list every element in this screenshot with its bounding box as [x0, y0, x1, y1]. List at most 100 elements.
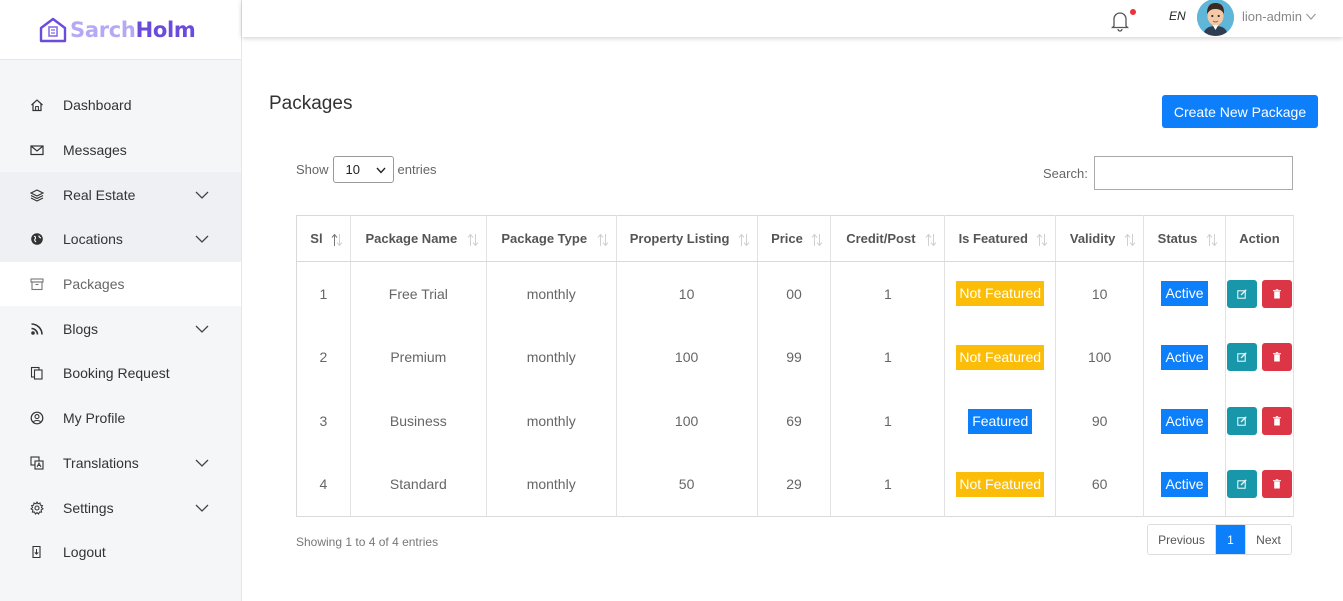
sidebar: SarchHolm Dashboard Messages Real Estate… — [0, 0, 242, 601]
cell-is-featured: Not Featured — [944, 325, 1057, 390]
cell-package-name: Business — [350, 389, 487, 453]
rss-icon — [30, 322, 44, 336]
create-package-button[interactable]: Create New Package — [1162, 95, 1318, 128]
cell-package-name: Premium — [350, 325, 487, 390]
column-header-package-type[interactable]: Package Type — [486, 215, 617, 262]
sidebar-item-translations[interactable]: Translations — [0, 441, 241, 486]
sort-asc-icon — [331, 233, 343, 247]
edit-button[interactable] — [1226, 470, 1257, 499]
column-header-label: Credit/Post — [846, 231, 916, 246]
cell-sl: 4 — [296, 452, 351, 517]
cell-action — [1225, 389, 1295, 453]
cell-sl: 1 — [296, 261, 351, 326]
chevron-down-icon — [376, 167, 386, 174]
sidebar-item-label: Packages — [63, 276, 125, 293]
cell-status: Active — [1143, 325, 1226, 390]
delete-button[interactable] — [1261, 279, 1292, 308]
column-header-package-name[interactable]: Package Name — [350, 215, 487, 262]
edit-button[interactable] — [1226, 279, 1257, 308]
username[interactable]: lion-admin — [1242, 9, 1302, 24]
cell-credit-post: 1 — [830, 261, 946, 326]
status-badge: Active — [1161, 281, 1208, 307]
sort-icon — [1206, 233, 1218, 247]
cell-action — [1225, 452, 1295, 517]
sidebar-item-real-estate[interactable]: Real Estate — [0, 172, 241, 218]
column-header-label: Status — [1157, 231, 1198, 246]
sidebar-item-logout[interactable]: Logout — [0, 530, 241, 575]
cell-price: 00 — [757, 261, 832, 326]
sort-icon — [925, 233, 937, 247]
logout-icon — [30, 545, 44, 559]
status-badge: Active — [1161, 471, 1208, 497]
chevron-down-icon — [195, 235, 209, 244]
edit-icon — [1237, 416, 1247, 426]
sidebar-item-blogs[interactable]: Blogs — [0, 306, 241, 351]
edit-icon — [1237, 479, 1247, 490]
featured-badge: Not Featured — [956, 281, 1045, 307]
caret-down-icon[interactable] — [1306, 13, 1316, 20]
avatar[interactable] — [1197, 0, 1234, 36]
column-header-sl[interactable]: Sl — [296, 215, 351, 262]
table-info: Showing 1 to 4 of 4 entries — [296, 535, 439, 549]
featured-badge: Not Featured — [956, 344, 1045, 370]
cell-price: 69 — [757, 389, 832, 453]
brand-logo[interactable]: SarchHolm — [0, 0, 241, 60]
cell-sl: 2 — [296, 325, 351, 390]
sidebar-item-messages[interactable]: Messages — [0, 128, 241, 173]
cell-package-type: monthly — [486, 261, 617, 326]
column-header-is-featured[interactable]: Is Featured — [944, 215, 1057, 262]
column-header-property-listing[interactable]: Property Listing — [616, 215, 758, 262]
language-selector[interactable]: EN — [1169, 9, 1186, 23]
column-header-label: Package Name — [365, 231, 458, 246]
cell-package-name: Standard — [350, 452, 487, 517]
column-header-label: Package Type — [501, 231, 588, 246]
column-header-label: Property Listing — [629, 231, 730, 246]
sidebar-item-packages[interactable]: Packages — [0, 261, 241, 307]
sidebar-item-label: Logout — [63, 544, 106, 561]
sidebar-item-locations[interactable]: Locations — [0, 217, 241, 262]
sidebar-item-booking-request[interactable]: Booking Request — [0, 351, 241, 396]
page-length-select[interactable]: 10 — [332, 156, 394, 183]
table-search: Search: — [1043, 156, 1293, 190]
cell-credit-post: 1 — [830, 389, 946, 453]
globe-icon — [30, 232, 44, 246]
chevron-down-icon — [195, 325, 209, 333]
edit-button[interactable] — [1226, 407, 1257, 436]
cell-property-listing: 100 — [616, 325, 758, 390]
delete-button[interactable] — [1261, 407, 1292, 436]
delete-button[interactable] — [1261, 343, 1292, 372]
previous-page-button[interactable]: Previous — [1148, 525, 1216, 554]
home-icon — [30, 98, 44, 112]
next-page-button[interactable]: Next — [1245, 525, 1291, 554]
brand-name: SarchHolm — [70, 17, 196, 42]
page-button-current[interactable]: 1 — [1216, 525, 1245, 554]
cell-is-featured: Featured — [944, 389, 1057, 453]
column-header-validity[interactable]: Validity — [1055, 215, 1145, 262]
table-row: 4 Standard monthly 50 29 1 Not Featured … — [296, 452, 1295, 517]
archive-icon — [30, 277, 44, 291]
sidebar-item-label: Messages — [63, 142, 127, 159]
chevron-down-icon — [195, 459, 209, 467]
search-input[interactable] — [1093, 156, 1293, 190]
copy-icon — [30, 366, 44, 381]
cell-validity: 10 — [1055, 261, 1145, 326]
layers-icon — [30, 188, 44, 202]
edit-button[interactable] — [1226, 343, 1257, 372]
sidebar-item-my-profile[interactable]: My Profile — [0, 396, 241, 441]
brand-name-part2: Holm — [135, 17, 196, 42]
column-header-price[interactable]: Price — [757, 215, 832, 262]
sidebar-item-dashboard[interactable]: Dashboard — [0, 83, 241, 128]
sidebar-item-settings[interactable]: Settings — [0, 485, 241, 530]
table-row: 3 Business monthly 100 69 1 Featured 90 … — [296, 389, 1295, 453]
cell-action — [1225, 325, 1295, 390]
delete-button[interactable] — [1261, 470, 1292, 499]
chevron-down-icon — [195, 191, 209, 199]
trash-icon — [1272, 352, 1281, 362]
status-badge: Active — [1161, 408, 1208, 434]
trash-icon — [1272, 288, 1281, 299]
cell-package-type: monthly — [486, 389, 617, 453]
column-header-credit-post[interactable]: Credit/Post — [830, 215, 946, 262]
column-header-status[interactable]: Status — [1143, 215, 1226, 262]
bell-icon[interactable] — [1110, 10, 1130, 32]
house-logo-icon — [38, 16, 68, 44]
